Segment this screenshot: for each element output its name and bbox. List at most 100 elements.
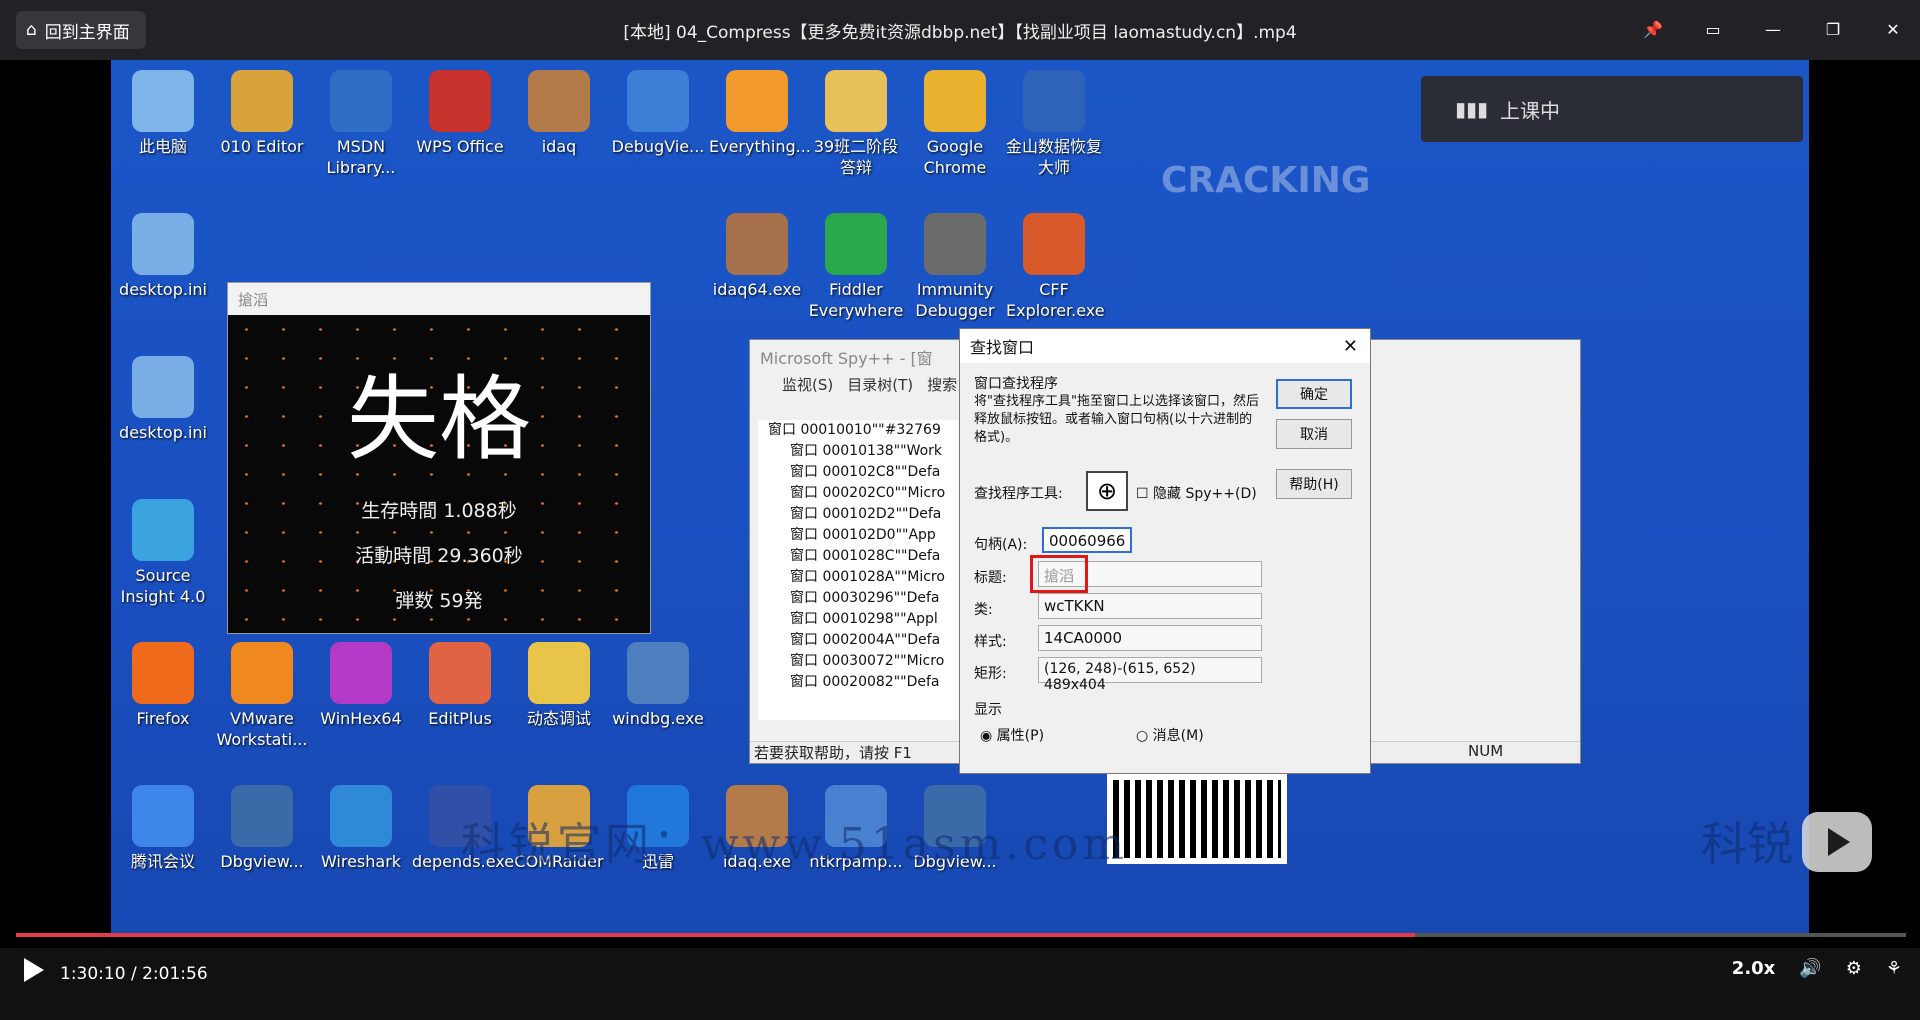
desktop-icon[interactable]: MSDN Library... — [313, 70, 409, 178]
caption-highlight — [1030, 555, 1088, 593]
handle-input[interactable]: 00060966 — [1042, 527, 1132, 553]
current-time: 1:30:10 — [60, 964, 126, 984]
desktop-icon[interactable]: 金山数据恢复大师 — [1006, 70, 1102, 178]
desktop-icon[interactable]: windbg.exe — [610, 642, 706, 729]
app-icon — [627, 70, 689, 132]
desktop-icon[interactable]: Immunity Debugger — [907, 213, 1003, 321]
desktop-icon[interactable]: idaq — [511, 70, 607, 157]
app-icon — [1023, 213, 1085, 275]
desktop-icon[interactable]: WinHex64 — [313, 642, 409, 729]
tree-item[interactable]: 窗口 00020082""Defa — [768, 672, 966, 693]
video-frame[interactable]: ▮▮▮ 上课中 CRACKING 此电脑 010 Editor MSDN Librar… — [111, 60, 1809, 936]
dialog-close-icon[interactable]: ✕ — [1343, 336, 1358, 357]
desktop-icon[interactable]: DebugVie... — [610, 70, 706, 157]
messages-radio[interactable]: ○ 消息(M) — [1136, 725, 1204, 745]
tree-item[interactable]: 窗口 00030296""Defa — [768, 588, 966, 609]
minimize-icon[interactable]: — — [1756, 12, 1790, 46]
tree-item[interactable]: 窗口 000102C8""Defa — [768, 462, 966, 483]
desktop-icon[interactable]: EditPlus — [412, 642, 508, 729]
desktop-icon[interactable]: desktop.ini — [115, 356, 211, 443]
dialog-description: 将"查找程序工具"拖至窗口上以选择该窗口，然后释放鼠标按钮。或者输入窗口句柄(以… — [974, 394, 1259, 445]
app-icon — [231, 642, 293, 704]
tree-item[interactable]: 窗口 00010010""#32769 — [768, 420, 966, 441]
desktop-icon-label: 010 Editor — [220, 137, 304, 156]
menu-monitor[interactable]: 监视(S) — [782, 374, 833, 398]
speed-button[interactable]: 2.0x — [1732, 958, 1776, 979]
desktop-icon-label: Dbgview... — [220, 852, 304, 871]
desktop-icon[interactable]: 动态调试 — [511, 642, 607, 729]
desktop-icon-label: 金山数据恢复大师 — [1006, 137, 1103, 177]
progress-fill — [16, 933, 1415, 937]
desktop-icon[interactable]: 010 Editor — [214, 70, 310, 157]
desktop-icon-label: CFF Explorer.exe — [1006, 280, 1105, 320]
find-window-dialog[interactable]: 查找窗口 ✕ 窗口查找程序 将"查找程序工具"拖至窗口上以选择该窗口，然后释放鼠标… — [959, 328, 1371, 774]
show-label: 显示 — [974, 702, 1002, 718]
ok-button[interactable]: 确定 — [1276, 379, 1352, 409]
tree-item[interactable]: 窗口 00030072""Micro — [768, 651, 966, 672]
menu-search[interactable]: 搜索 — [927, 374, 957, 398]
desktop-icon[interactable]: 39班二阶段答辩 — [808, 70, 904, 178]
signal-icon: ▮▮▮ — [1455, 97, 1489, 121]
pip-icon[interactable]: ▭ — [1696, 12, 1730, 46]
app-icon — [429, 70, 491, 132]
home-icon: ⌂ — [26, 20, 37, 40]
desktop-icon-label: idaq — [541, 137, 577, 156]
home-button[interactable]: ⌂ 回到主界面 — [16, 11, 146, 49]
tree-item[interactable]: 窗口 00010138""Work — [768, 441, 966, 462]
close-icon[interactable]: ✕ — [1876, 12, 1910, 46]
restore-icon[interactable]: ❐ — [1816, 12, 1850, 46]
desktop-icon-label: MSDN Library... — [326, 137, 396, 177]
desktop-icon[interactable]: Fiddler Everywhere — [808, 213, 904, 321]
tree-item[interactable]: 窗口 000202C0""Micro — [768, 483, 966, 504]
desktop-icon[interactable]: Dbgview... — [214, 785, 310, 872]
app-icon — [726, 70, 788, 132]
app-icon — [132, 213, 194, 275]
tree-item[interactable]: 窗口 0001028C""Defa — [768, 546, 966, 567]
desktop-icon[interactable]: CFF Explorer.exe — [1006, 213, 1105, 321]
tree-item[interactable]: 窗口 000102D2""Defa — [768, 504, 966, 525]
app-icon — [429, 642, 491, 704]
total-time: 2:01:56 — [142, 964, 208, 984]
desktop-icon-label: DebugVie... — [611, 137, 705, 156]
desktop-icon[interactable]: 此电脑 — [115, 70, 211, 157]
settings-icon[interactable]: ⚙ — [1846, 958, 1862, 979]
desktop-icon[interactable]: VMware Workstati... — [214, 642, 310, 750]
group-label: 窗口查找程序 — [974, 376, 1058, 392]
menu-tree[interactable]: 目录树(T) — [847, 374, 913, 398]
cancel-button[interactable]: 取消 — [1276, 419, 1352, 449]
window-tree[interactable]: 窗口 00010010""#32769 窗口 00010138""Work 窗口 0… — [758, 420, 966, 720]
game-window[interactable]: 搶滔 失格 生存時間 1.088秒 活動時間 29.360秒 弾数 59発 — [227, 282, 651, 634]
desktop-icon[interactable]: Google Chrome — [907, 70, 1003, 178]
tree-item[interactable]: 窗口 0001028A""Micro — [768, 567, 966, 588]
tree-item[interactable]: 窗口 000102D0""App — [768, 525, 966, 546]
desktop-icon[interactable]: 腾讯会议 — [115, 785, 211, 872]
share-icon[interactable]: ⚘ — [1886, 958, 1902, 979]
help-button[interactable]: 帮助(H) — [1276, 469, 1352, 499]
desktop-icon[interactable]: Everything... — [709, 70, 811, 157]
desktop-icon-label: desktop.ini — [119, 423, 207, 442]
desktop-icon[interactable]: Source Insight 4.0 — [115, 499, 211, 607]
desktop-icon-label: Source Insight 4.0 — [120, 566, 206, 606]
hide-spy-checkbox[interactable]: ☐ 隐藏 Spy++(D) — [1136, 483, 1257, 503]
volume-icon[interactable]: 🔊 — [1799, 958, 1821, 979]
qr-code — [1107, 774, 1287, 864]
spy-title: Microsoft Spy++ - [窗 — [760, 349, 933, 368]
properties-radio[interactable]: ◉ 属性(P) — [980, 725, 1044, 745]
desktop-icon[interactable]: idaq64.exe — [709, 213, 805, 300]
tree-item[interactable]: 窗口 00010298""Appl — [768, 609, 966, 630]
desktop-icon[interactable]: Firefox — [115, 642, 211, 729]
floating-play-button[interactable] — [1802, 812, 1872, 872]
desktop-icon[interactable]: desktop.ini — [115, 213, 211, 300]
desktop-icon[interactable]: WPS Office — [412, 70, 508, 157]
app-icon — [132, 785, 194, 847]
progress-bar[interactable] — [16, 933, 1906, 937]
desktop-icon-label: Everything... — [709, 137, 811, 156]
brand-logo: CRACKING — [1161, 160, 1371, 201]
pin-icon[interactable]: 📌 — [1636, 12, 1670, 46]
tree-item[interactable]: 窗口 0002004A""Defa — [768, 630, 966, 651]
play-icon[interactable] — [24, 958, 44, 982]
app-icon — [1023, 70, 1085, 132]
desktop-icon[interactable]: Wireshark — [313, 785, 409, 872]
dialog-title: 查找窗口 — [970, 338, 1035, 357]
finder-crosshair-icon[interactable]: ⊕ — [1086, 471, 1128, 511]
